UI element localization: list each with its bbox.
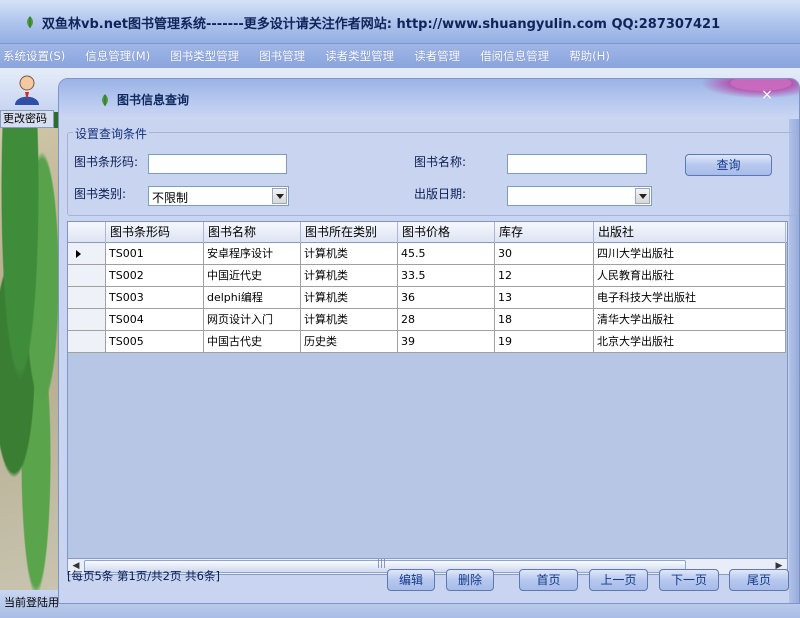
row-header[interactable] [68, 265, 106, 287]
cell-stock[interactable]: 19 [495, 331, 594, 353]
last-page-button[interactable]: 尾页 [729, 569, 789, 591]
barcode-input[interactable] [148, 154, 287, 174]
book-query-header: 图书信息查询 × [59, 79, 799, 119]
col-header-name[interactable]: 图书名称 [204, 222, 301, 243]
cell-barcode[interactable]: TS003 [106, 287, 204, 309]
cell-barcode[interactable]: TS004 [106, 309, 204, 331]
search-button[interactable]: 查询 [685, 154, 772, 176]
row-header[interactable] [68, 243, 106, 265]
cell-category[interactable]: 计算机类 [301, 309, 398, 331]
menu-bar: 系统设置(S) 信息管理(M) 图书类型管理 图书管理 读者类型管理 读者管理 … [0, 44, 800, 68]
cell-publisher[interactable]: 电子科技大学出版社 [594, 287, 786, 309]
cell-publisher[interactable]: 人民教育出版社 [594, 265, 786, 287]
menu-system-settings[interactable]: 系统设置(S) [3, 48, 65, 64]
leaf-icon [27, 16, 33, 28]
cell-name[interactable]: 安卓程序设计 [204, 243, 301, 265]
cell-barcode[interactable]: TS005 [106, 331, 204, 353]
grid-corner [68, 222, 106, 243]
chevron-down-icon[interactable] [272, 188, 287, 204]
book-type-selected: 不限制 [152, 191, 189, 205]
col-header-stock[interactable]: 库存 [495, 222, 594, 243]
cell-barcode[interactable]: TS002 [106, 265, 204, 287]
book-data-grid[interactable]: 图书条形码 图书名称 图书所在类别 图书价格 库存 出版社 TS001 安卓程序… [67, 221, 788, 559]
cell-publisher[interactable]: 四川大学出版社 [594, 243, 786, 265]
cell-price[interactable]: 39 [398, 331, 495, 353]
table-row[interactable]: TS001 安卓程序设计 计算机类 45.5 30 四川大学出版社 [68, 243, 787, 265]
book-type-select[interactable]: 不限制 [148, 186, 289, 206]
pagination-info: [每页5条 第1页/共2页 共6条] [67, 569, 220, 583]
status-login-text: 当前登陆用 [4, 596, 59, 609]
chevron-down-icon[interactable] [635, 188, 650, 204]
cell-price[interactable]: 33.5 [398, 265, 495, 287]
cell-barcode[interactable]: TS001 [106, 243, 204, 265]
barcode-label: 图书条形码: [74, 155, 139, 169]
book-name-label: 图书名称: [414, 155, 467, 169]
cell-stock[interactable]: 13 [495, 287, 594, 309]
publish-date-picker[interactable] [507, 186, 652, 206]
current-row-arrow-icon [76, 250, 81, 258]
cell-name[interactable]: 中国近代史 [204, 265, 301, 287]
book-query-title: 图书信息查询 [117, 93, 190, 107]
menu-info-management[interactable]: 信息管理(M) [85, 48, 150, 64]
edit-button[interactable]: 编辑 [387, 569, 435, 591]
cell-category[interactable]: 历史类 [301, 331, 398, 353]
close-icon[interactable]: × [759, 87, 775, 103]
publish-date-label: 出版日期: [414, 187, 467, 201]
first-page-button[interactable]: 首页 [519, 569, 578, 591]
cell-stock[interactable]: 30 [495, 243, 594, 265]
book-query-window: 图书信息查询 × 设置查询条件 图书条形码: 图书名称: 查询 图书类别: 不限… [58, 78, 800, 604]
menu-book-management[interactable]: 图书管理 [259, 48, 305, 64]
book-name-input[interactable] [507, 154, 647, 174]
cell-price[interactable]: 45.5 [398, 243, 495, 265]
table-row[interactable]: TS005 中国古代史 历史类 39 19 北京大学出版社 [68, 331, 787, 353]
user-avatar-icon[interactable] [10, 72, 44, 106]
cell-price[interactable]: 28 [398, 309, 495, 331]
menu-help[interactable]: 帮助(H) [569, 48, 610, 64]
cell-price[interactable]: 36 [398, 287, 495, 309]
row-header[interactable] [68, 331, 106, 353]
desktop-background [0, 128, 60, 590]
leaf-icon [102, 94, 108, 106]
cell-publisher[interactable]: 北京大学出版社 [594, 331, 786, 353]
change-password-button[interactable]: 更改密码 [0, 110, 54, 128]
col-header-category[interactable]: 图书所在类别 [301, 222, 398, 243]
menu-reader-management[interactable]: 读者管理 [414, 48, 460, 64]
table-row[interactable]: TS003 delphi编程 计算机类 36 13 电子科技大学出版社 [68, 287, 787, 309]
cell-category[interactable]: 计算机类 [301, 265, 398, 287]
row-header[interactable] [68, 309, 106, 331]
cell-category[interactable]: 计算机类 [301, 287, 398, 309]
cell-name[interactable]: 网页设计入门 [204, 309, 301, 331]
book-type-label: 图书类别: [74, 187, 127, 201]
menu-book-type-management[interactable]: 图书类型管理 [170, 48, 239, 64]
menu-reader-type-management[interactable]: 读者类型管理 [325, 48, 394, 64]
cell-stock[interactable]: 12 [495, 265, 594, 287]
next-page-button[interactable]: 下一页 [659, 569, 719, 591]
delete-button[interactable]: 删除 [446, 569, 494, 591]
table-row[interactable]: TS004 网页设计入门 计算机类 28 18 清华大学出版社 [68, 309, 787, 331]
cell-stock[interactable]: 18 [495, 309, 594, 331]
row-header[interactable] [68, 287, 106, 309]
menu-borrow-management[interactable]: 借阅信息管理 [480, 48, 549, 64]
app-titlebar: 双鱼林vb.net图书管理系统-------更多设计请关注作者网站: http:… [0, 0, 800, 44]
col-header-price[interactable]: 图书价格 [398, 222, 495, 243]
cell-category[interactable]: 计算机类 [301, 243, 398, 265]
cell-publisher[interactable]: 清华大学出版社 [594, 309, 786, 331]
app-title: 双鱼林vb.net图书管理系统-------更多设计请关注作者网站: http:… [42, 17, 721, 32]
table-row[interactable]: TS002 中国近代史 计算机类 33.5 12 人民教育出版社 [68, 265, 787, 287]
cell-name[interactable]: 中国古代史 [204, 331, 301, 353]
query-conditions-legend: 设置查询条件 [73, 125, 150, 142]
col-header-publisher[interactable]: 出版社 [594, 222, 786, 243]
prev-page-button[interactable]: 上一页 [589, 569, 648, 591]
cell-name[interactable]: delphi编程 [204, 287, 301, 309]
col-header-barcode[interactable]: 图书条形码 [106, 222, 204, 243]
grid-header-row: 图书条形码 图书名称 图书所在类别 图书价格 库存 出版社 [68, 222, 787, 243]
